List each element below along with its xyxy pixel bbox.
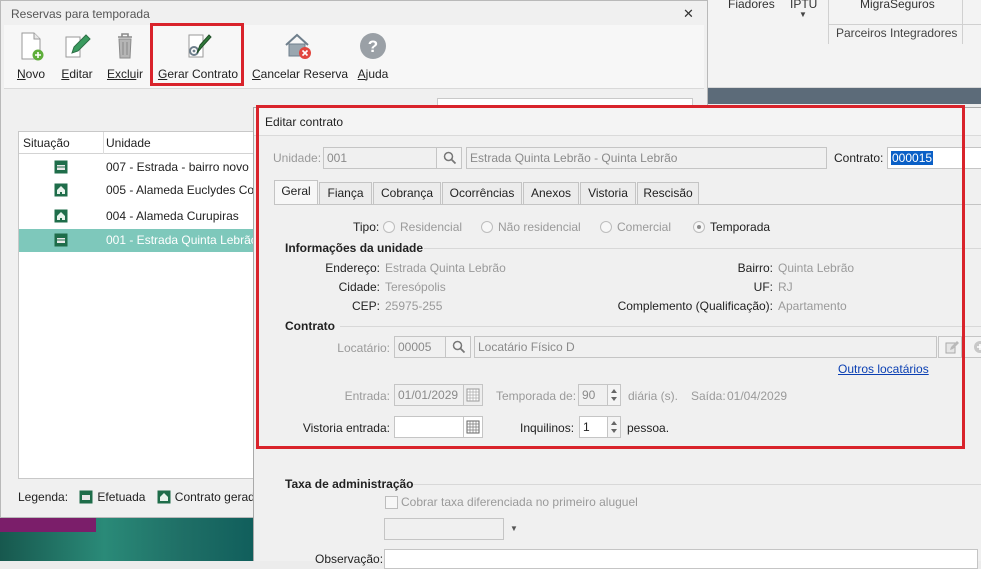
ribbon-divider [828, 0, 829, 44]
editar-button[interactable]: Editar [59, 31, 95, 87]
pencil-icon [65, 34, 91, 58]
column-header-unidade[interactable]: Unidade [106, 136, 151, 150]
column-divider[interactable] [103, 132, 104, 154]
column-header-situacao[interactable]: Situação [23, 136, 70, 150]
editar-label: Editar [61, 67, 93, 81]
taxa-section-title: Taxa de administração [285, 477, 414, 491]
chevron-down-icon[interactable]: ▼ [510, 524, 518, 533]
ribbon-item-fiadores[interactable]: Fiadores [728, 0, 775, 11]
legend: Legenda: Efetuada Contrato gerado [18, 489, 262, 504]
novo-label: Novo [16, 67, 46, 81]
background-ribbon: Fiadores IPTU ▼ MigraSeguros Parceiros I… [700, 0, 981, 88]
list-item-unit: 005 - Alameda Euclydes Cot [106, 183, 254, 197]
list-item[interactable]: 005 - Alameda Euclydes Cot [19, 179, 254, 202]
excluir-label: Excluir [106, 67, 143, 81]
close-icon[interactable]: ✕ [683, 6, 694, 22]
reserva-efetuada-icon [79, 490, 93, 504]
taxa-select[interactable] [384, 518, 504, 540]
reserva-efetuada-icon [54, 160, 68, 174]
ribbon-group-label: Parceiros Integradores [836, 26, 958, 40]
chevron-down-icon[interactable]: ▼ [799, 10, 807, 19]
new-doc-icon [21, 32, 44, 61]
section-divider [413, 484, 981, 485]
observacao-label: Observação: [315, 552, 384, 566]
ribbon-group-line [828, 24, 981, 25]
cobrar-taxa-label: Cobrar taxa diferenciada no primeiro alu… [401, 495, 638, 509]
legend-efetuada: Efetuada [97, 489, 146, 504]
add-locatario-button[interactable] [964, 336, 981, 358]
legend-label: Legenda: [18, 489, 69, 504]
ajuda-label: Ajuda [357, 67, 389, 81]
desktop-wallpaper-accent [0, 518, 96, 532]
observacao-textarea[interactable] [384, 549, 978, 569]
cancelar-reserva-label: Cancelar Reserva [252, 67, 349, 81]
contrato-gerado-icon [157, 490, 171, 504]
contrato-gerado-icon [54, 209, 68, 223]
reserva-efetuada-icon [54, 233, 68, 247]
list-item[interactable]: 007 - Estrada - bairro novo [19, 156, 253, 179]
ribbon-divider [962, 0, 963, 44]
gerar-contrato-highlight [150, 23, 244, 86]
cancelar-reserva-button[interactable]: Cancelar Reserva [252, 31, 349, 87]
list-item-selected[interactable]: 001 - Estrada Quinta Lebrão [19, 229, 254, 252]
list-item-unit: 001 - Estrada Quinta Lebrão [106, 233, 254, 247]
list-item-unit: 007 - Estrada - bairro novo [106, 160, 249, 174]
add-icon [974, 341, 981, 353]
reservas-list: Situação Unidade 007 - Estrada - bairro … [18, 131, 254, 479]
svg-text:?: ? [368, 37, 378, 56]
contrato-gerado-icon [54, 183, 68, 197]
ajuda-button[interactable]: ? Ajuda [355, 31, 391, 87]
toolbar: Novo Editar Excluir Gerar Contrato Cance… [4, 25, 704, 89]
window-title: Reservas para temporada [11, 7, 150, 21]
list-item-unit: 004 - Alameda Curupiras [106, 209, 239, 223]
house-cancel-icon [285, 33, 311, 59]
legend-contrato: Contrato gerado [174, 489, 262, 504]
ribbon-item-migraseguros[interactable]: MigraSeguros [860, 0, 935, 11]
excluir-button[interactable]: Excluir [105, 31, 145, 87]
list-item[interactable]: 004 - Alameda Curupiras [19, 205, 253, 228]
help-icon: ? [360, 33, 386, 59]
cobrar-taxa-checkbox[interactable] [385, 496, 398, 509]
editar-contrato-highlight [256, 105, 965, 449]
list-header: Situação Unidade [19, 132, 253, 154]
trash-icon [118, 33, 132, 59]
background-bar [700, 88, 981, 104]
novo-button[interactable]: Novo [13, 31, 49, 87]
